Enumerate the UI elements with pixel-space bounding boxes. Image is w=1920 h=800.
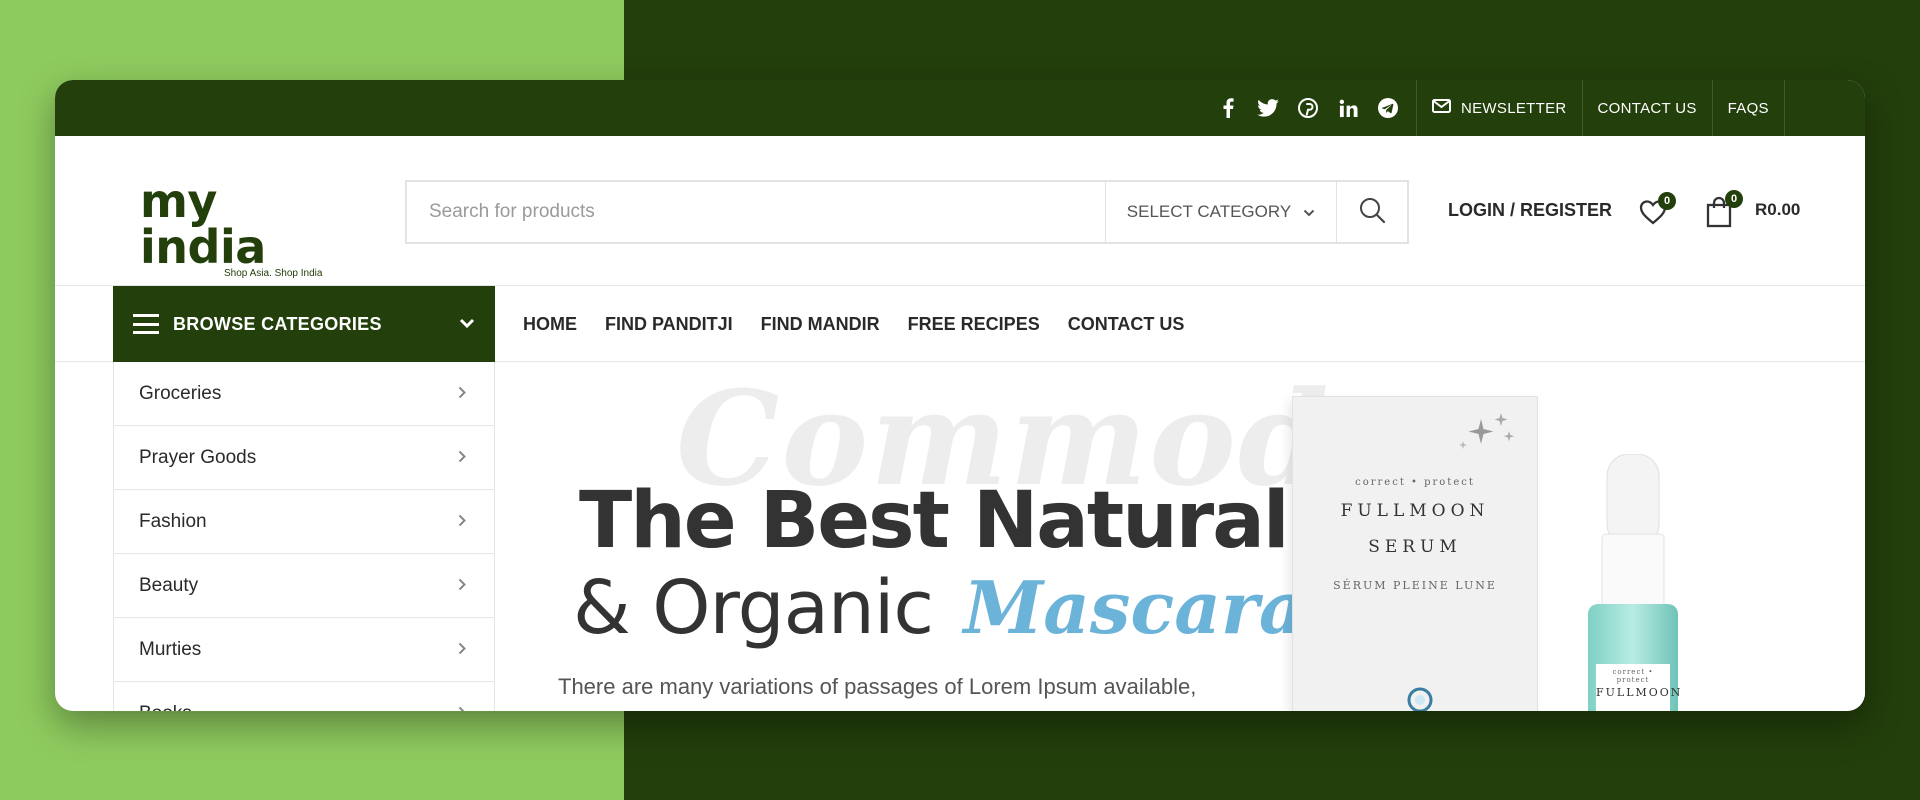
- twitter-icon[interactable]: [1255, 95, 1281, 121]
- chevron-right-icon: [458, 447, 466, 469]
- newsletter-label: NEWSLETTER: [1461, 99, 1567, 117]
- hamburger-icon: [133, 314, 159, 334]
- category-label: Murties: [139, 638, 202, 660]
- hero-subtitle-line: & Organic Mascara.: [573, 565, 1331, 651]
- category-label: Books: [139, 703, 192, 712]
- browse-categories-label: BROWSE CATEGORIES: [173, 313, 382, 334]
- cart-button[interactable]: 0: [1705, 190, 1743, 232]
- category-select[interactable]: SELECT CATEGORY: [1105, 182, 1336, 242]
- chevron-right-icon: [458, 639, 466, 661]
- box-seal-icon: [1407, 687, 1433, 711]
- primary-menu: HOME FIND PANDITJI FIND MANDIR FREE RECI…: [523, 286, 1184, 362]
- telegram-icon[interactable]: [1375, 95, 1401, 121]
- linkedin-icon[interactable]: [1335, 95, 1361, 121]
- chevron-down-icon: [1303, 202, 1315, 222]
- chevron-right-icon: [458, 703, 466, 711]
- site-header: my india Shop Asia. Shop India Search fo…: [55, 136, 1865, 286]
- box-tagline: correct • protect: [1355, 477, 1475, 488]
- cart-count-badge: 0: [1725, 190, 1743, 208]
- top-links: NEWSLETTER CONTACT US FAQS: [1416, 80, 1785, 136]
- faqs-label: FAQS: [1727, 99, 1769, 117]
- menu-item-contact-us[interactable]: CONTACT US: [1068, 314, 1185, 335]
- logo-tagline: Shop Asia. Shop India: [224, 268, 323, 279]
- social-links: [1215, 80, 1401, 136]
- main-nav: BROWSE CATEGORIES HOME FIND PANDITJI FIN…: [55, 286, 1865, 362]
- chevron-down-icon: [459, 315, 475, 333]
- box-product-subtitle: SÉRUM PLEINE LUNE: [1333, 579, 1497, 592]
- menu-item-free-recipes[interactable]: FREE RECIPES: [908, 314, 1040, 335]
- logo-text: my india: [140, 174, 266, 274]
- category-label: Beauty: [139, 574, 199, 596]
- category-item-groceries[interactable]: Groceries: [114, 362, 494, 426]
- sparkle-icon: [1453, 409, 1519, 462]
- category-select-label: SELECT CATEGORY: [1126, 202, 1292, 221]
- chevron-right-icon: [458, 575, 466, 597]
- bottle-product-name: FULLMOON: [1596, 686, 1683, 699]
- pinterest-icon[interactable]: [1295, 95, 1321, 121]
- bottle-tagline: correct • protect: [1612, 668, 1654, 684]
- contact-us-link[interactable]: CONTACT US: [1581, 80, 1712, 136]
- newsletter-link[interactable]: NEWSLETTER: [1416, 80, 1582, 136]
- category-item-beauty[interactable]: Beauty: [114, 554, 494, 618]
- product-box-image: correct • protect FULLMOON SERUM SÉRUM P…: [1292, 396, 1538, 711]
- serum-bottle-image: correct • protect FULLMOON: [1558, 453, 1708, 711]
- hero-banner[interactable]: Commodo The Best Natural & Organic Masca…: [496, 362, 1865, 711]
- site-logo[interactable]: my india Shop Asia. Shop India: [140, 178, 340, 279]
- login-register-link[interactable]: LOGIN / REGISTER: [1448, 200, 1612, 221]
- hero-subtitle: & Organic: [573, 565, 934, 651]
- browse-categories-button[interactable]: BROWSE CATEGORIES: [113, 286, 495, 362]
- category-list: Groceries Prayer Goods Fashion Beauty Mu…: [113, 362, 495, 711]
- browser-window: NEWSLETTER CONTACT US FAQS my india Shop…: [55, 80, 1865, 711]
- search-bar: Search for products SELECT CATEGORY: [405, 180, 1409, 244]
- search-button[interactable]: [1336, 182, 1407, 242]
- category-item-books[interactable]: Books: [114, 682, 494, 711]
- cart-total: R0.00: [1755, 200, 1801, 219]
- mail-icon: [1432, 99, 1451, 117]
- chevron-right-icon: [458, 383, 466, 405]
- heart-icon: [1638, 200, 1668, 230]
- box-product-name-2: SERUM: [1368, 537, 1462, 557]
- hero-accent-word: Mascara.: [963, 565, 1331, 650]
- top-bar: NEWSLETTER CONTACT US FAQS: [55, 80, 1865, 136]
- category-item-fashion[interactable]: Fashion: [114, 490, 494, 554]
- facebook-icon[interactable]: [1215, 95, 1241, 121]
- box-product-name-1: FULLMOON: [1340, 501, 1490, 521]
- menu-item-find-mandir[interactable]: FIND MANDIR: [761, 314, 880, 335]
- wishlist-button[interactable]: 0: [1638, 192, 1676, 230]
- search-icon: [1358, 196, 1386, 229]
- search-input[interactable]: Search for products: [407, 182, 1105, 242]
- hero-description: There are many variations of passages of…: [558, 674, 1197, 699]
- category-label: Prayer Goods: [139, 446, 257, 468]
- faqs-link[interactable]: FAQS: [1711, 80, 1785, 136]
- wishlist-count-badge: 0: [1658, 192, 1676, 210]
- category-label: Groceries: [139, 382, 222, 404]
- chevron-right-icon: [458, 511, 466, 533]
- category-item-murties[interactable]: Murties: [114, 618, 494, 682]
- shopping-bag-icon: [1705, 196, 1733, 232]
- menu-item-home[interactable]: HOME: [523, 314, 577, 335]
- menu-item-find-panditji[interactable]: FIND PANDITJI: [605, 314, 733, 335]
- category-label: Fashion: [139, 510, 207, 532]
- hero-title: The Best Natural: [579, 476, 1290, 566]
- contact-us-label: CONTACT US: [1597, 99, 1697, 117]
- category-item-prayer-goods[interactable]: Prayer Goods: [114, 426, 494, 490]
